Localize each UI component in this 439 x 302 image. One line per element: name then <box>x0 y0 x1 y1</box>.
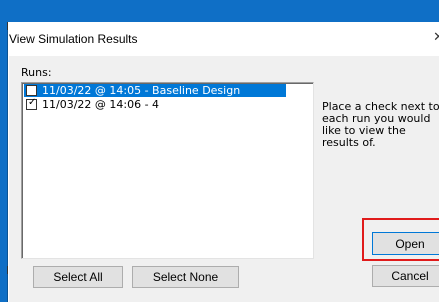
checkmark-icon: ✓ <box>28 97 37 108</box>
dialog-title: View Simulation Results <box>9 32 138 46</box>
run-checkbox[interactable] <box>26 85 37 96</box>
run-label: 11/03/22 @ 14:05 - Baseline Design <box>42 84 241 97</box>
instruction-text: Place a check next to each run you would… <box>322 100 439 149</box>
cancel-button[interactable]: Cancel <box>372 265 439 287</box>
close-icon[interactable]: ✕ <box>433 30 439 45</box>
title-bar: View Simulation Results ✕ <box>9 22 439 56</box>
window-corner-mark <box>7 22 8 30</box>
run-checkbox[interactable]: ✓ <box>26 97 37 110</box>
run-label: 11/03/22 @ 14:06 - 4 <box>42 98 160 111</box>
runs-label: Runs: <box>21 66 52 79</box>
open-button[interactable]: Open <box>372 232 439 255</box>
window-corner-mark <box>7 266 8 274</box>
select-none-button[interactable]: Select None <box>132 266 239 288</box>
runs-listbox[interactable]: 11/03/22 @ 14:05 - Baseline Design ✓ 11/… <box>21 82 314 259</box>
run-list-item[interactable]: ✓ 11/03/22 @ 14:06 - 4 <box>24 97 313 111</box>
select-all-button[interactable]: Select All <box>33 266 123 288</box>
view-simulation-results-dialog: View Simulation Results ✕ Runs: 11/03/22… <box>8 22 439 302</box>
run-list-item[interactable]: 11/03/22 @ 14:05 - Baseline Design <box>24 84 286 97</box>
